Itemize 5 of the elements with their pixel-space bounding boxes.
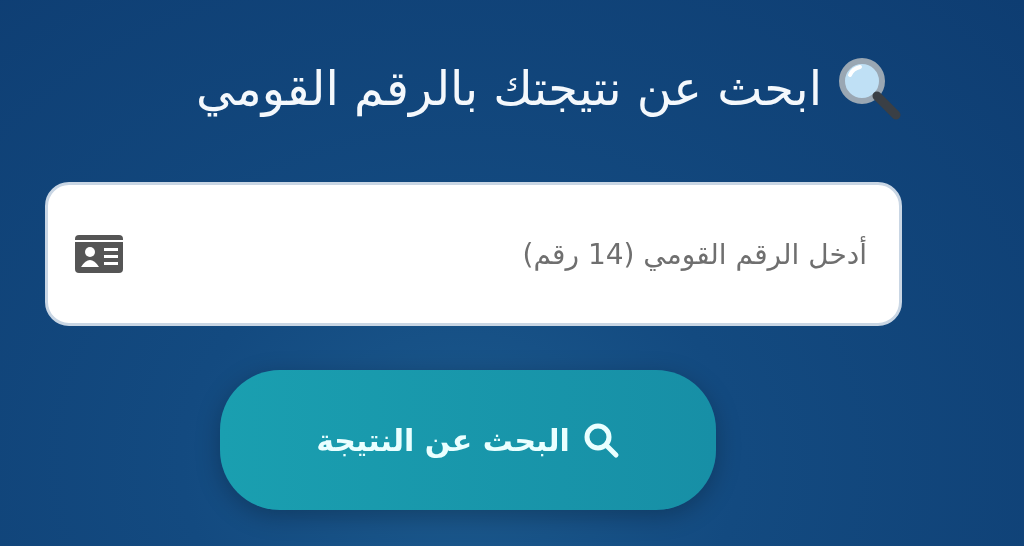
magnifier-icon (836, 55, 902, 121)
id-card-icon (75, 235, 123, 273)
national-id-field[interactable]: أدخل الرقم القومي (14 رقم) (45, 182, 902, 326)
search-button[interactable]: البحث عن النتيجة (220, 370, 716, 510)
page-title: ابحث عن نتيجتك بالرقم القومي (196, 60, 822, 116)
